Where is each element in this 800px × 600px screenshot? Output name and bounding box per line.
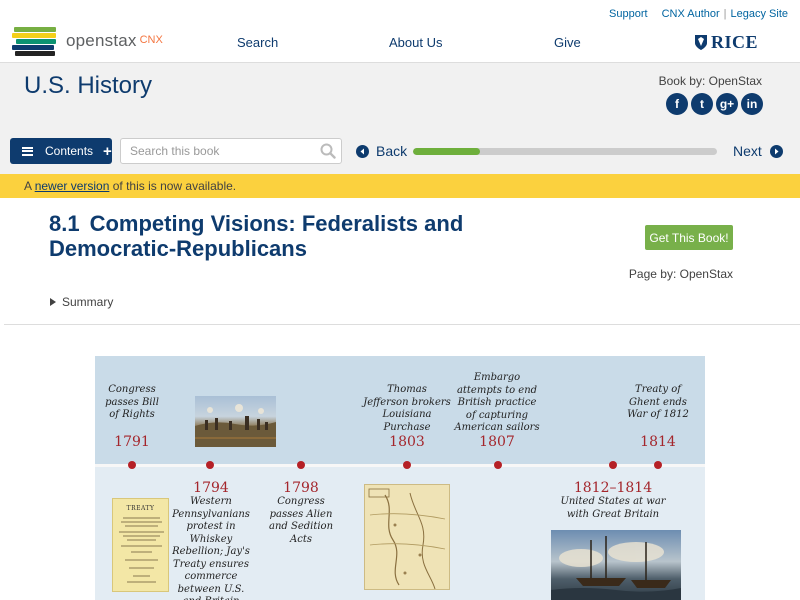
back-label: Back [376, 143, 408, 159]
module-number: 8.1 [49, 211, 80, 236]
battle-painting [195, 396, 276, 447]
timeline-dot-1794 [206, 461, 214, 469]
notice-prefix: A [24, 179, 35, 193]
book-header: U.S. History Book by: OpenStax f t g+ in [0, 62, 800, 126]
back-arrow-icon [356, 144, 369, 158]
nav-about-us[interactable]: About Us [389, 35, 442, 50]
back-button[interactable]: Back [356, 143, 407, 159]
summary-label: Summary [62, 295, 114, 309]
search-input[interactable] [130, 139, 320, 163]
disclosure-triangle-icon [50, 298, 56, 306]
reading-progress-fill [413, 148, 480, 155]
event-1798-text: Congress passes Alien and Sedition Acts [268, 496, 334, 545]
event-1812-1814-text: United States at war with Great Britain [560, 496, 666, 520]
nav-give[interactable]: Give [554, 35, 581, 50]
reading-progress-bar [413, 148, 717, 155]
twitter-icon[interactable]: t [691, 93, 713, 115]
legacy-site-link[interactable]: Legacy Site [731, 8, 788, 20]
event-1814-year: 1814 [640, 434, 676, 450]
social-links: f t g+ in [666, 93, 763, 115]
timeline-dot-1814 [654, 461, 662, 469]
rice-text: RICE [711, 32, 759, 52]
event-1814-text: Treaty of Ghent ends War of 1812 [627, 384, 689, 420]
support-link[interactable]: Support [609, 8, 648, 20]
book-toolbar: Contents + Back Next [0, 126, 800, 174]
timeline-dot-1807 [494, 461, 502, 469]
treaty-document-title: TREATY [126, 505, 155, 512]
rice-shield-icon [695, 35, 707, 50]
timeline-dot-1798 [297, 461, 305, 469]
book-title[interactable]: U.S. History [24, 72, 152, 100]
event-1798-year: 1798 [283, 480, 319, 496]
event-1807-text: Embargo attempts to end British practice… [454, 372, 540, 433]
google-plus-icon[interactable]: g+ [716, 93, 738, 115]
logo-cnx: CNX [139, 34, 163, 46]
newer-version-notice: A newer version of this is now available… [0, 174, 800, 198]
timeline-dot-1791 [128, 461, 136, 469]
book-by: Book by: OpenStax [658, 74, 762, 88]
event-1803-text: Thomas Jefferson brokers Louisiana Purch… [363, 384, 451, 433]
newer-version-link[interactable]: newer version [35, 179, 110, 193]
module-title-text: Competing Visions: Federalists and Democ… [49, 211, 464, 261]
next-button[interactable]: Next [733, 143, 783, 159]
event-1794-text: Western Pennsylvanians protest in Whiske… [172, 496, 250, 600]
timeline-dot-1803 [403, 461, 411, 469]
logo-books-icon [12, 27, 58, 56]
nav-search[interactable]: Search [237, 35, 278, 50]
search-box [120, 138, 342, 164]
next-label: Next [733, 143, 762, 159]
rice-logo[interactable]: RICE [694, 32, 758, 53]
naval-battle-painting [551, 530, 681, 600]
timeline-figure: Congress passes Bill of Rights 1791 Thom… [95, 356, 705, 600]
event-1794-year: 1794 [193, 480, 229, 496]
notice-suffix: of this is now available. [109, 179, 237, 193]
utility-links: Support CNX Author | Legacy Site [609, 8, 788, 20]
openstax-logo[interactable]: openstax CNX [12, 26, 172, 56]
event-1812-1814-year: 1812–1814 [573, 480, 653, 496]
list-icon [22, 146, 33, 156]
next-arrow-icon [769, 144, 783, 158]
summary-toggle[interactable]: Summary [50, 295, 113, 309]
cnx-author-link[interactable]: CNX Author [662, 8, 720, 20]
module-title: 8.1 Competing Visions: Federalists and De… [49, 211, 469, 261]
search-icon[interactable] [320, 143, 336, 159]
site-header: openstax CNX Support CNX Author | Legacy… [0, 0, 800, 62]
facebook-icon[interactable]: f [666, 93, 688, 115]
get-this-book-button[interactable]: Get This Book! [645, 225, 733, 250]
page-by: Page by: OpenStax [628, 267, 733, 281]
logo-text: openstax [66, 31, 137, 50]
event-1807-year: 1807 [479, 434, 515, 450]
louisiana-map [364, 484, 450, 590]
treaty-document: TREATY [112, 498, 169, 592]
plus-icon: + [103, 142, 112, 160]
contents-label: Contents [45, 144, 94, 158]
event-1803-year: 1803 [389, 434, 425, 450]
event-1791-text: Congress passes Bill of Rights [105, 384, 159, 420]
contents-button[interactable]: Contents + [10, 138, 112, 164]
timeline-dot-1812 [609, 461, 617, 469]
event-1791-year: 1791 [114, 434, 150, 450]
divider [4, 324, 800, 325]
linkedin-icon[interactable]: in [741, 93, 763, 115]
